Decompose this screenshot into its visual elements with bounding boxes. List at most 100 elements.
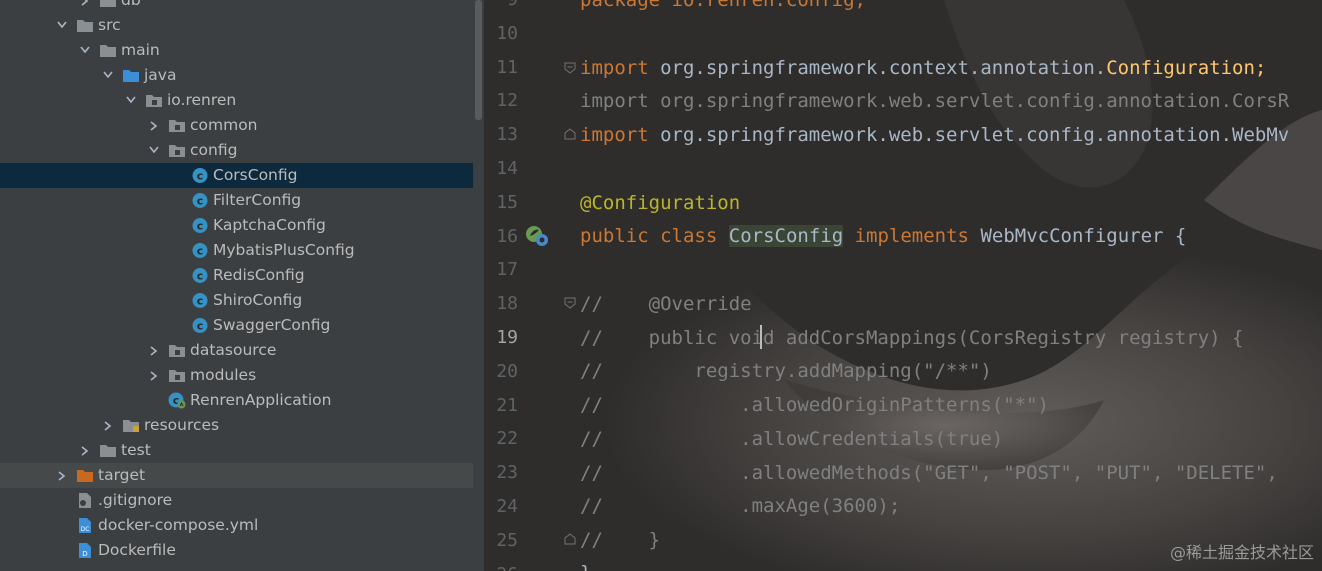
tree-item[interactable]: config bbox=[0, 138, 473, 163]
tree-item[interactable]: D Dockerfile bbox=[0, 538, 473, 563]
line-number: 13 bbox=[496, 124, 518, 146]
line-number: 17 bbox=[496, 259, 518, 281]
code-line-24[interactable]: // .maxAge(3600); bbox=[580, 489, 900, 523]
svg-text:c: c bbox=[197, 170, 204, 183]
code-line-13[interactable]: import org.springframework.web.servlet.c… bbox=[580, 118, 1289, 152]
svg-text:c: c bbox=[197, 195, 204, 208]
code-line-20[interactable]: // registry.addMapping("/**") bbox=[580, 354, 992, 388]
tree-item-label: test bbox=[121, 441, 151, 459]
comment-text: // registry.addMapping("/**") bbox=[580, 360, 992, 382]
code-line-25[interactable]: // } bbox=[580, 523, 660, 557]
tree-item-label: RenrenApplication bbox=[190, 391, 332, 409]
chevron-down-icon[interactable] bbox=[78, 38, 92, 63]
tree-item[interactable]: .gitignore bbox=[0, 488, 473, 513]
class-icon: c bbox=[191, 242, 209, 259]
unfold-marker-icon[interactable] bbox=[564, 128, 576, 140]
tree-item[interactable]: db bbox=[0, 0, 473, 13]
line-number: 22 bbox=[496, 428, 518, 450]
comment-text: // @Override bbox=[580, 293, 752, 315]
code-line-9[interactable]: package io.renren.config; bbox=[580, 0, 866, 17]
code-line-23[interactable]: // .allowedMethods("GET", "POST", "PUT",… bbox=[580, 456, 1278, 490]
code-line-18[interactable]: // @Override bbox=[580, 287, 752, 321]
class-name-highlight: CorsConfig bbox=[728, 225, 844, 247]
tree-item[interactable]: resources bbox=[0, 413, 473, 438]
tree-item[interactable]: c KaptchaConfig bbox=[0, 213, 473, 238]
fold-marker-icon[interactable] bbox=[564, 297, 576, 309]
svg-text:c: c bbox=[197, 220, 204, 233]
tree-item-label: src bbox=[98, 16, 121, 34]
code-line-26[interactable]: } bbox=[580, 556, 591, 571]
tree-item[interactable]: test bbox=[0, 438, 473, 463]
line-number: 11 bbox=[496, 56, 518, 78]
code-editor[interactable]: 9 10 11 12 13 14 15 16 17 18 19 20 21 22 23 24 25 26 pack… bbox=[484, 0, 1322, 571]
line-number: 20 bbox=[496, 360, 518, 382]
class-icon: c bbox=[191, 292, 209, 309]
chevron-right-icon[interactable] bbox=[78, 438, 92, 463]
line-number-gutter: 9 10 11 12 13 14 15 16 17 18 19 20 21 22 23 24 25 26 bbox=[484, 0, 570, 571]
code-line-11[interactable]: import org.springframework.context.annot… bbox=[580, 51, 1266, 85]
tree-item[interactable]: c SwaggerConfig bbox=[0, 313, 473, 338]
code-line-21[interactable]: // .allowedOriginPatterns("*") bbox=[580, 388, 1049, 422]
tree-item[interactable]: main bbox=[0, 38, 473, 63]
chevron-right-icon[interactable] bbox=[147, 363, 161, 388]
fold-marker-icon[interactable] bbox=[564, 62, 576, 74]
tree-item[interactable]: java bbox=[0, 63, 473, 88]
chevron-down-icon[interactable] bbox=[124, 88, 138, 113]
code-line-15[interactable]: @Configuration bbox=[580, 186, 740, 220]
tree-item-label: modules bbox=[190, 366, 257, 384]
chevron-right-icon[interactable] bbox=[147, 338, 161, 363]
chevron-down-icon[interactable] bbox=[147, 138, 161, 163]
chevron-right-icon[interactable] bbox=[147, 113, 161, 138]
tree-item-label: target bbox=[98, 466, 146, 484]
tree-item[interactable]: DC docker-compose.yml bbox=[0, 513, 473, 538]
chevron-right-icon[interactable] bbox=[78, 0, 92, 13]
svg-text:c: c bbox=[197, 295, 204, 308]
line-number: 10 bbox=[496, 22, 518, 44]
spring-boot-class-icon: c bbox=[168, 392, 186, 409]
tree-item-label: docker-compose.yml bbox=[98, 516, 259, 534]
tree-item[interactable]: c FilterConfig bbox=[0, 188, 473, 213]
tree-item[interactable]: target bbox=[0, 463, 473, 488]
code-line-22[interactable]: // .allowCredentials(true) bbox=[580, 422, 1003, 456]
text-cursor bbox=[760, 325, 762, 349]
package-icon bbox=[145, 92, 163, 109]
spring-bean-gutter-icon[interactable] bbox=[524, 224, 550, 248]
tree-item[interactable]: io.renren bbox=[0, 88, 473, 113]
code-line-12[interactable]: import org.springframework.web.servlet.c… bbox=[580, 84, 1289, 118]
code-line-19[interactable]: // public void addCorsMappings(CorsRegis… bbox=[580, 321, 1243, 355]
tree-item[interactable]: c MybatisPlusConfig bbox=[0, 238, 473, 263]
tree-item[interactable]: c RedisConfig bbox=[0, 263, 473, 288]
code-line-16[interactable]: public class CorsConfig implements WebMv… bbox=[580, 219, 1186, 253]
class-icon: c bbox=[191, 167, 209, 184]
comment-text: // .allowedOriginPatterns("*") bbox=[580, 394, 1049, 416]
tree-item-label: main bbox=[121, 41, 160, 59]
chevron-down-icon[interactable] bbox=[55, 13, 69, 38]
tree-item[interactable]: src bbox=[0, 13, 473, 38]
tree-item[interactable]: modules bbox=[0, 363, 473, 388]
svg-text:c: c bbox=[197, 270, 204, 283]
chevron-right-icon[interactable] bbox=[101, 413, 115, 438]
project-tree: db src main java io.renren common config c CorsC… bbox=[0, 0, 484, 571]
tree-scrollbar[interactable] bbox=[473, 0, 484, 571]
tree-item[interactable]: datasource bbox=[0, 338, 473, 363]
comment-text: // .maxAge(3600); bbox=[580, 495, 901, 517]
code-text: class bbox=[660, 225, 718, 247]
scrollbar-thumb[interactable] bbox=[475, 0, 482, 120]
excluded-folder-icon bbox=[76, 467, 94, 484]
class-icon: c bbox=[191, 217, 209, 234]
tree-item[interactable]: common bbox=[0, 113, 473, 138]
chevron-down-icon[interactable] bbox=[101, 63, 115, 88]
unfold-marker-icon[interactable] bbox=[564, 533, 576, 545]
line-number: 12 bbox=[496, 90, 518, 112]
tree-item[interactable]: c ShiroConfig bbox=[0, 288, 473, 313]
chevron-right-icon[interactable] bbox=[55, 463, 69, 488]
tree-item-label: io.renren bbox=[167, 91, 237, 109]
watermark: @稀土掘金技术社区 bbox=[1169, 543, 1314, 562]
tree-item-label: .gitignore bbox=[98, 491, 173, 509]
tree-item[interactable]: c CorsConfig bbox=[0, 163, 473, 188]
dockerfile-icon: D bbox=[76, 542, 94, 559]
annotation-text: @Configuration bbox=[580, 192, 741, 214]
line-number: 23 bbox=[496, 462, 518, 484]
line-number: 19 bbox=[496, 327, 518, 348]
tree-item[interactable]: c RenrenApplication bbox=[0, 388, 473, 413]
